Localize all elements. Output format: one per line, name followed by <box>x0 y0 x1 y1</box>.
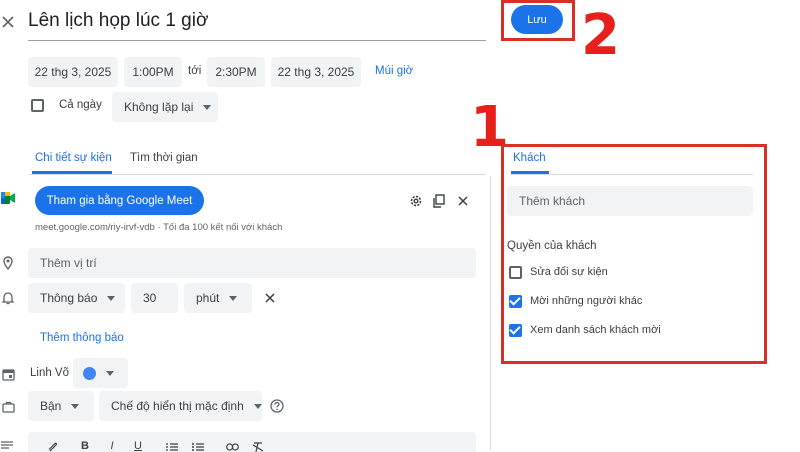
end-date-button[interactable]: 22 thg 3, 2025 <box>271 57 361 87</box>
bulleted-list-icon[interactable] <box>191 442 205 452</box>
chevron-down-icon <box>107 295 116 301</box>
tab-event-details[interactable]: Chi tiết sự kiện <box>35 152 112 164</box>
description-icon <box>0 440 14 450</box>
chevron-down-icon <box>71 403 80 409</box>
add-guests-placeholder: Thêm khách <box>519 194 586 208</box>
notification-unit-value: phút <box>196 291 220 305</box>
panel-divider <box>490 176 491 450</box>
gear-icon[interactable] <box>408 193 424 209</box>
location-input[interactable]: Thêm vị trí <box>28 248 476 278</box>
busy-value: Bận <box>40 399 62 413</box>
notification-type-value: Thông báo <box>40 291 98 305</box>
permission-see-guest-list-label: Xem danh sách khách mời <box>530 324 661 336</box>
notification-unit-dropdown[interactable]: phút <box>184 283 252 313</box>
visibility-value: Chế độ hiển thị mặc định <box>111 399 244 413</box>
chevron-down-icon <box>229 295 238 301</box>
help-icon[interactable] <box>269 398 285 414</box>
bold-icon[interactable]: B <box>78 440 92 452</box>
tabs-divider <box>28 174 486 175</box>
permission-invite-others-label: Mời những người khác <box>530 295 643 307</box>
start-date-button[interactable]: 22 thg 3, 2025 <box>28 57 118 87</box>
calendar-color-swatch <box>83 366 96 380</box>
to-label: tới <box>188 65 202 77</box>
briefcase-icon <box>0 399 16 415</box>
guest-permissions-title: Quyền của khách <box>507 240 597 252</box>
all-day-label: Cả ngày <box>59 99 102 111</box>
location-pin-icon <box>0 255 16 271</box>
notification-type-dropdown[interactable]: Thông báo <box>28 283 125 313</box>
chevron-down-icon <box>253 403 262 409</box>
visibility-dropdown[interactable]: Chế độ hiển thị mặc định <box>99 391 262 421</box>
permission-modify-event-label: Sửa đổi sự kiện <box>530 266 608 278</box>
end-time-button[interactable]: 2:30PM <box>207 57 265 87</box>
chevron-down-icon <box>106 370 114 376</box>
underline-icon[interactable]: U <box>131 440 145 452</box>
numbered-list-icon[interactable] <box>165 442 179 452</box>
repeat-dropdown[interactable]: Không lặp lại <box>112 92 218 122</box>
permission-see-guest-list-checkbox[interactable] <box>509 324 522 337</box>
start-time-button[interactable]: 1:00PM <box>124 57 182 87</box>
close-icon[interactable] <box>262 290 278 306</box>
tab-find-time[interactable]: Tìm thời gian <box>130 152 198 164</box>
calendar-owner-label: Linh Võ <box>30 367 70 379</box>
calendar-icon <box>0 366 16 382</box>
notification-value: 30 <box>143 291 157 305</box>
description-toolbar: B I U <box>28 432 476 452</box>
remove-format-icon[interactable] <box>251 441 265 452</box>
permission-invite-others-checkbox[interactable] <box>509 295 522 308</box>
title-input[interactable]: Lên lịch họp lúc 1 giờ <box>28 8 486 41</box>
tab-guests[interactable]: Khách <box>513 152 546 164</box>
all-day-checkbox[interactable] <box>31 99 44 112</box>
guests-tab-divider <box>511 174 753 175</box>
italic-icon[interactable]: I <box>105 440 119 452</box>
meet-link-text[interactable]: meet.google.com/riy-irvf-vdb · Tối đa 10… <box>35 222 282 233</box>
annotation-number-2: 2 <box>581 3 620 68</box>
permission-modify-event-checkbox[interactable] <box>509 266 522 279</box>
title-text: Lên lịch họp lúc 1 giờ <box>28 10 209 31</box>
repeat-value: Không lặp lại <box>124 100 194 114</box>
timezone-link[interactable]: Múi giờ <box>375 65 413 77</box>
bell-icon <box>0 290 16 306</box>
add-notification-link[interactable]: Thêm thông báo <box>40 332 124 344</box>
join-google-meet-button[interactable]: Tham gia bằng Google Meet <box>35 186 204 215</box>
location-placeholder: Thêm vị trí <box>40 256 97 270</box>
busy-dropdown[interactable]: Bận <box>28 391 94 421</box>
save-button[interactable]: Lưu <box>511 5 563 34</box>
google-meet-icon <box>0 190 16 206</box>
calendar-color-dropdown[interactable] <box>73 358 128 388</box>
chevron-down-icon <box>203 104 212 110</box>
link-icon[interactable] <box>225 442 239 452</box>
notification-value-input[interactable]: 30 <box>131 283 178 313</box>
attachment-icon[interactable] <box>46 441 60 452</box>
copy-icon[interactable] <box>431 193 447 209</box>
add-guests-input[interactable]: Thêm khách <box>507 186 753 216</box>
close-icon[interactable] <box>455 193 471 209</box>
close-icon[interactable] <box>0 12 16 32</box>
